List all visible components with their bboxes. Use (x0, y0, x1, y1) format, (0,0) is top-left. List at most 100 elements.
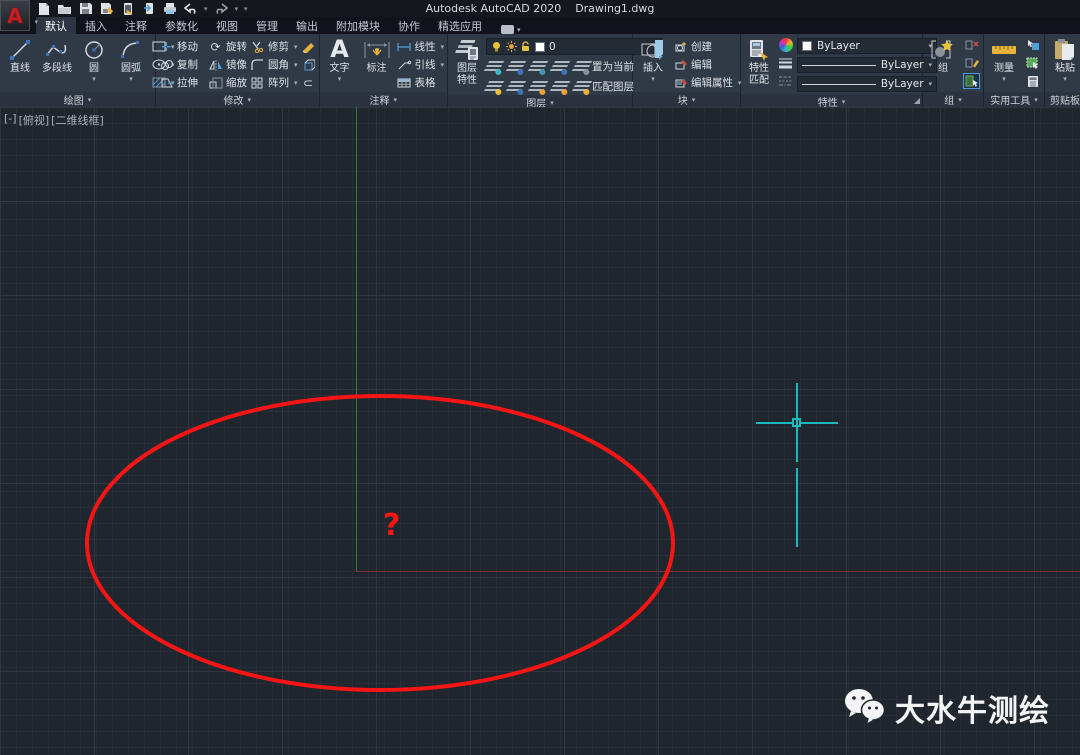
select-all-icon[interactable] (1024, 55, 1041, 71)
customize-qat-icon[interactable]: ▾ (244, 5, 248, 13)
circle-button[interactable]: 圆 ▾ (77, 36, 111, 84)
measure-button[interactable]: 测量 ▾ (987, 36, 1021, 84)
linetype-icon[interactable] (777, 73, 794, 89)
copy-icon (159, 58, 174, 72)
rotate-button[interactable]: ⟳ 旋转 (208, 38, 247, 55)
new-file-icon[interactable] (36, 2, 51, 16)
leader-button[interactable]: 引线 ▾ (397, 56, 445, 73)
autocad-logo-icon: A (7, 6, 22, 26)
edit-attributes-button[interactable]: 编辑属性 ▾ (673, 74, 742, 91)
paste-button[interactable]: 粘贴 ▾ (1048, 36, 1080, 84)
model-space-canvas[interactable]: [-] [俯视] [二维线框] ? (0, 107, 1080, 755)
panel-label-annotation[interactable]: 注释 ▾ (320, 92, 448, 107)
object-color-dropdown[interactable]: ByLayer ▾ (797, 38, 937, 54)
layer-off-icon[interactable] (486, 80, 501, 94)
stretch-button[interactable]: 拉伸 (159, 74, 198, 91)
undo-icon[interactable] (183, 2, 198, 16)
arc-caret-icon[interactable]: ▾ (129, 75, 133, 83)
layer-isolate-icon[interactable] (486, 60, 501, 74)
fillet-button[interactable]: 圆角 ▾ (250, 56, 298, 73)
quick-select-icon[interactable] (1024, 37, 1041, 53)
panel-label-block[interactable]: 块 ▾ (633, 92, 740, 107)
panel-layers: 图层特性 0 ▾ (448, 34, 633, 107)
arc-button[interactable]: 圆弧 ▾ (114, 36, 148, 84)
layer-unlock2-icon[interactable] (552, 80, 567, 94)
leader-icon (397, 58, 412, 72)
save-to-mobile-icon[interactable] (120, 2, 135, 16)
tab-insert[interactable]: 插入 (76, 17, 116, 34)
tab-addins[interactable]: 附加模块 (327, 17, 389, 34)
offset-button[interactable]: ⊂ (301, 74, 316, 91)
undo-caret-icon[interactable]: ▾ (204, 5, 208, 13)
scale-button[interactable]: 缩放 (208, 74, 247, 91)
move-button[interactable]: ✛ 移动 (159, 38, 198, 55)
panel-draw: 直线 多段线 圆 ▾ (0, 34, 156, 107)
tab-manage[interactable]: 管理 (247, 17, 287, 34)
trim-button[interactable]: 修剪 ▾ (250, 38, 298, 55)
color-wheel-icon[interactable] (777, 37, 794, 53)
array-button[interactable]: 阵列 ▾ (250, 74, 298, 91)
tab-view[interactable]: 视图 (207, 17, 247, 34)
watermark: 大水牛测绘 (843, 686, 1050, 730)
panel-label-group[interactable]: 组 ▾ (923, 92, 983, 107)
tab-parametric[interactable]: 参数化 (156, 17, 207, 34)
layer-thaw-all-icon[interactable] (530, 80, 545, 94)
make-current-button[interactable]: 置为当前 (574, 58, 634, 75)
match-properties-button[interactable]: 特性匹配 (744, 36, 774, 87)
edit-block-button[interactable]: 编辑 (673, 56, 742, 73)
panel-label-modify[interactable]: 修改 ▾ (156, 92, 319, 107)
mirror-button[interactable]: 镜像 (208, 56, 247, 73)
properties-launcher-icon[interactable]: ◢ (914, 96, 920, 105)
panel-label-utilities[interactable]: 实用工具 ▾ (984, 92, 1044, 107)
layer-properties-button[interactable]: 图层特性 (451, 36, 483, 87)
linear-dim-button[interactable]: 线性 ▾ (397, 38, 445, 55)
linetype-sample (802, 84, 876, 85)
quick-calc-icon[interactable] (1024, 73, 1041, 89)
linetype-dropdown[interactable]: ByLayer ▾ (797, 76, 937, 92)
ribbon-display-toggle[interactable]: ▾ (501, 25, 521, 34)
save-icon[interactable] (78, 2, 93, 16)
polyline-icon (45, 37, 69, 63)
tab-annotate[interactable]: 注释 (116, 17, 156, 34)
redo-caret-icon[interactable]: ▾ (235, 5, 239, 13)
group-button[interactable]: 组 (926, 36, 960, 76)
tab-default[interactable]: 默认 (36, 17, 76, 34)
autocad-window: Autodesk AutoCAD 2020 Drawing1.dwg A ▾ (0, 0, 1080, 755)
transfer-icon[interactable] (141, 2, 156, 16)
tab-collaborate[interactable]: 协作 (389, 17, 429, 34)
polyline-button[interactable]: 多段线 (40, 36, 74, 76)
group-selection-toggle-icon[interactable] (963, 73, 980, 89)
layer-lock-icon[interactable] (552, 60, 567, 74)
lineweight-dropdown[interactable]: ByLayer ▾ (797, 57, 937, 73)
app-menu-button[interactable]: A ▾ (0, 0, 30, 31)
group-edit-icon[interactable] (963, 55, 980, 71)
text-button[interactable]: A 文字 ▾ (323, 36, 357, 84)
dimension-button[interactable]: 标注 (360, 36, 394, 76)
copy-button[interactable]: 复制 (159, 56, 198, 73)
panel-annotation: A 文字 ▾ 标注 线性 ▾ (320, 34, 449, 107)
layer-unisolate-icon[interactable] (508, 60, 523, 74)
line-button[interactable]: 直线 (3, 36, 37, 76)
tab-output[interactable]: 输出 (287, 17, 327, 34)
layer-on-all-icon[interactable] (508, 80, 523, 94)
plot-icon[interactable] (162, 2, 177, 16)
erase-button[interactable] (301, 38, 316, 55)
lineweight-icon[interactable] (777, 55, 794, 71)
erase-icon (301, 40, 316, 54)
open-file-icon[interactable] (57, 2, 72, 16)
create-block-button[interactable]: 创建 (673, 38, 742, 55)
dimension-icon (363, 37, 391, 63)
layer-freeze-icon[interactable] (530, 60, 545, 74)
tab-featured-apps[interactable]: 精选应用 (429, 17, 491, 34)
table-button[interactable]: 表格 (397, 74, 445, 91)
circle-caret-icon[interactable]: ▾ (92, 75, 96, 83)
panel-label-clipboard[interactable]: 剪贴板 (1045, 92, 1080, 107)
panel-label-draw[interactable]: 绘图 ▾ (0, 92, 155, 107)
insert-block-button[interactable]: 插入 ▾ (636, 36, 670, 84)
save-as-icon[interactable] (99, 2, 114, 16)
ungroup-icon[interactable] (963, 37, 980, 53)
redo-icon[interactable] (214, 2, 229, 16)
move-icon: ✛ (159, 40, 174, 54)
explode-button[interactable] (301, 56, 316, 73)
match-layer-button[interactable]: 匹配图层 (574, 78, 634, 95)
